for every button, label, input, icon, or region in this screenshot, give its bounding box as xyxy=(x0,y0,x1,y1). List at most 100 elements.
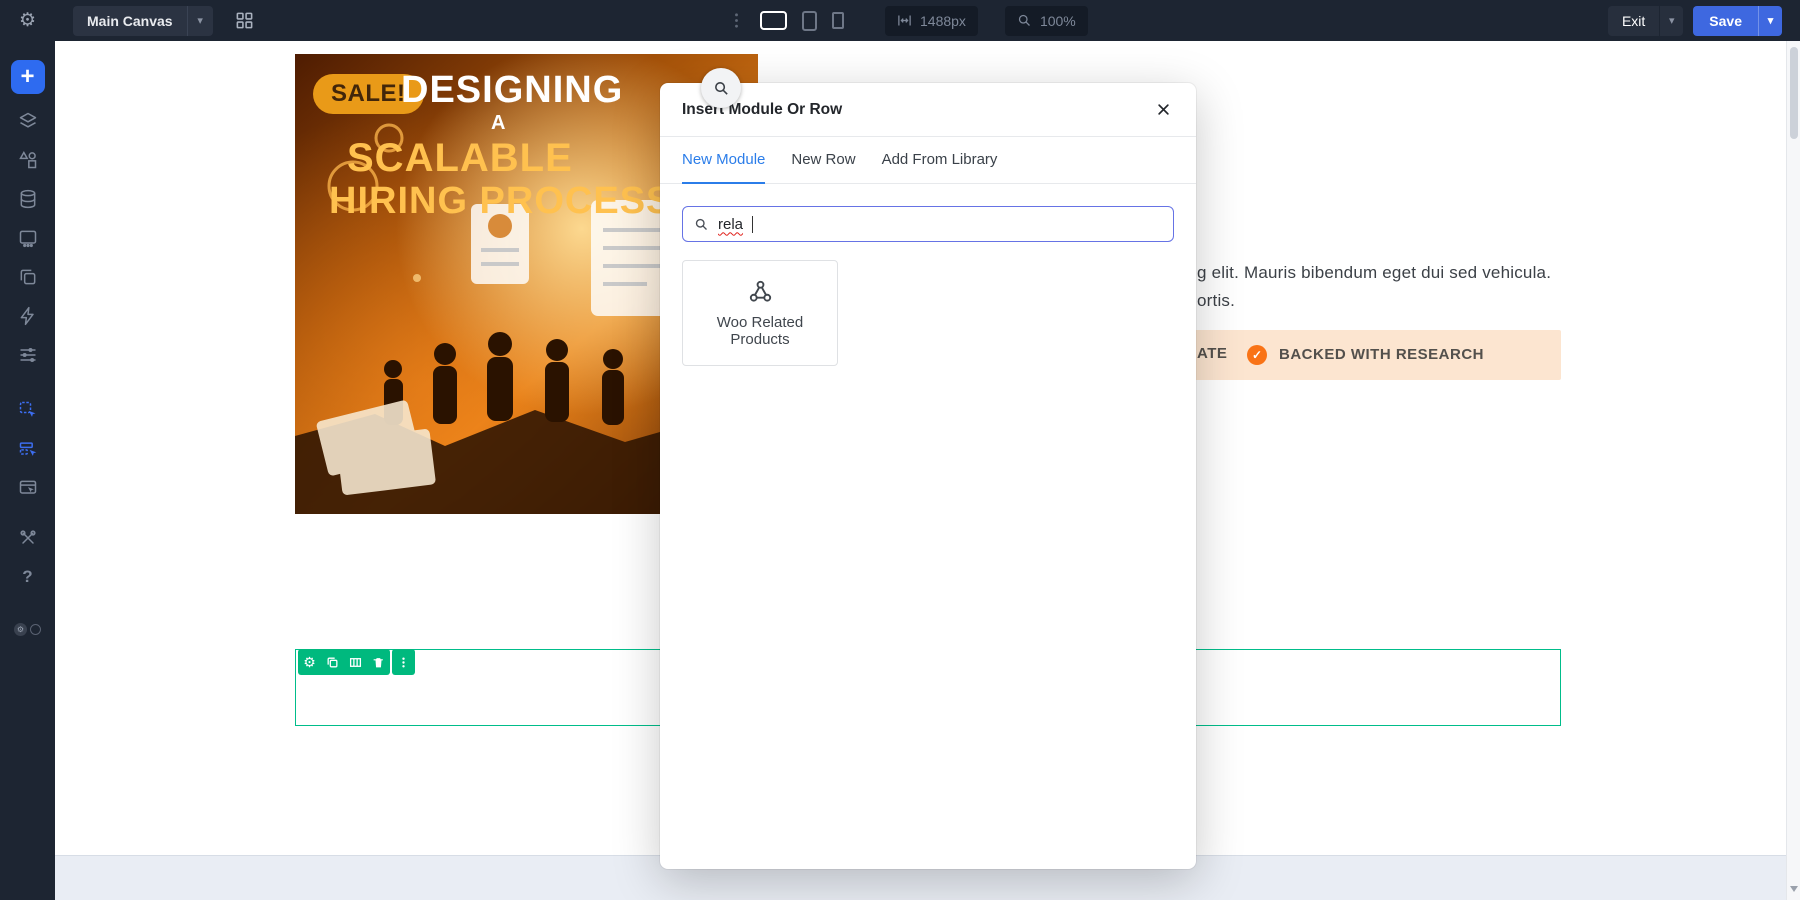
interact-mode-button[interactable] xyxy=(16,476,40,500)
save-chevron-down-icon[interactable]: ▾ xyxy=(1758,6,1782,36)
row-toolbar: ⚙ xyxy=(298,649,415,675)
layout-grid-button[interactable] xyxy=(235,11,254,30)
mini-circle-icon xyxy=(30,624,41,635)
scrollbar-down-arrow[interactable] xyxy=(1790,886,1798,892)
feature-text-fragment: ATE xyxy=(1197,345,1227,362)
search-results: Woo Related Products xyxy=(660,260,1196,366)
module-search-input[interactable]: rela xyxy=(682,206,1174,242)
topbar: ⚙ Main Canvas ▾ 1488px 100% xyxy=(0,0,1800,41)
canvas-settings-toggle[interactable]: ⚙ xyxy=(14,623,41,636)
search-icon xyxy=(694,217,709,232)
select-module-tool[interactable] xyxy=(16,398,40,422)
select-module-icon xyxy=(18,400,38,420)
save-label: Save xyxy=(1693,6,1758,36)
global-settings-button[interactable] xyxy=(16,343,40,367)
duplicate-icon xyxy=(326,656,339,669)
dynamic-data-button[interactable] xyxy=(16,187,40,211)
width-arrows-icon xyxy=(897,13,912,28)
magnifier-icon xyxy=(1017,13,1032,28)
tab-add-from-library[interactable]: Add From Library xyxy=(882,137,998,184)
row-settings-button[interactable]: ⚙ xyxy=(298,649,321,675)
select-row-tool[interactable] xyxy=(16,437,40,461)
mini-gear-icon: ⚙ xyxy=(14,623,27,636)
trash-icon xyxy=(372,656,385,669)
window-cursor-icon xyxy=(18,478,38,498)
row-delete-button[interactable] xyxy=(367,649,390,675)
sidebar: + ? xyxy=(0,41,55,900)
search-value: rela xyxy=(718,216,743,233)
save-button[interactable]: Save ▾ xyxy=(1693,6,1782,36)
exit-chevron-down-icon[interactable]: ▾ xyxy=(1659,6,1683,36)
quick-actions-button[interactable] xyxy=(16,304,40,328)
lightning-icon xyxy=(18,306,38,326)
dialog-tabs: New Module New Row Add From Library xyxy=(660,137,1196,184)
add-module-button[interactable]: + xyxy=(11,60,45,94)
sliders-icon xyxy=(18,345,38,365)
module-card-label: Woo Related Products xyxy=(708,314,812,349)
builder-settings-gear-icon[interactable]: ⚙ xyxy=(0,9,55,32)
feature-label: BACKED WITH RESEARCH xyxy=(1279,346,1484,363)
product-image-title-line3: SCALABLE xyxy=(347,136,573,181)
module-card-woo-related-products[interactable]: Woo Related Products xyxy=(682,260,838,366)
shapes-icon xyxy=(18,150,38,170)
row-duplicate-button[interactable] xyxy=(321,649,344,675)
exit-label: Exit xyxy=(1608,6,1659,36)
tab-new-module[interactable]: New Module xyxy=(682,137,765,184)
topbar-actions: Exit ▾ Save ▾ xyxy=(1608,0,1782,41)
builder-app: ⚙ Main Canvas ▾ 1488px 100% xyxy=(0,0,1800,900)
plus-icon: + xyxy=(20,63,34,91)
help-button[interactable]: ? xyxy=(16,565,40,589)
copy-panel-button[interactable] xyxy=(16,265,40,289)
phone-icon xyxy=(832,12,844,29)
product-image-title-line1: DESIGNING xyxy=(401,69,623,112)
vertical-scrollbar[interactable] xyxy=(1786,41,1800,900)
product-image-title-line4: HIRING PROCESS xyxy=(329,180,672,223)
image-zoom-button[interactable] xyxy=(701,68,741,108)
layers-panel-button[interactable] xyxy=(16,109,40,133)
product-image-title-line2: A xyxy=(491,112,505,135)
canvas-selector-dropdown[interactable]: Main Canvas ▾ xyxy=(73,6,213,36)
slideshow-panel-button[interactable] xyxy=(16,226,40,250)
close-icon xyxy=(1156,102,1171,117)
columns-icon xyxy=(349,656,362,669)
grid-icon xyxy=(235,11,254,30)
design-elements-button[interactable] xyxy=(16,148,40,172)
layers-icon xyxy=(18,111,38,131)
kebab-menu-icon xyxy=(728,12,745,29)
kebab-menu-icon xyxy=(397,656,410,669)
device-phone-button[interactable] xyxy=(832,12,844,29)
zoom-value: 100% xyxy=(1040,13,1076,29)
select-row-icon xyxy=(18,439,38,459)
scrollbar-thumb[interactable] xyxy=(1790,47,1798,139)
copy-icon xyxy=(18,267,38,287)
slideshow-icon xyxy=(18,228,38,248)
chevron-down-icon: ▾ xyxy=(187,6,213,36)
related-products-icon xyxy=(747,278,774,305)
row-columns-button[interactable] xyxy=(344,649,367,675)
insert-module-dialog: Insert Module Or Row New Module New Row … xyxy=(660,83,1196,869)
tablet-icon xyxy=(802,11,817,31)
more-options-button[interactable] xyxy=(728,12,745,29)
close-button[interactable] xyxy=(1152,99,1174,121)
desktop-icon xyxy=(760,11,787,30)
dialog-title: Insert Module Or Row xyxy=(682,101,842,119)
text-cursor xyxy=(752,216,753,233)
canvas-width-control[interactable]: 1488px xyxy=(885,6,978,36)
device-desktop-button[interactable] xyxy=(760,11,787,30)
tab-new-row[interactable]: New Row xyxy=(791,137,855,184)
zoom-control[interactable]: 100% xyxy=(1005,6,1088,36)
canvas-width-value: 1488px xyxy=(920,13,966,29)
database-icon xyxy=(18,189,38,209)
row-more-options-button[interactable] xyxy=(392,649,415,675)
device-tablet-button[interactable] xyxy=(802,11,817,31)
product-description-text: ortis. xyxy=(1197,291,1235,311)
question-mark-icon: ? xyxy=(22,567,32,587)
tools-button[interactable] xyxy=(16,526,40,550)
responsive-controls: 1488px 100% xyxy=(728,0,1088,41)
canvas-selector-label: Main Canvas xyxy=(73,6,187,36)
exit-button[interactable]: Exit ▾ xyxy=(1608,6,1683,36)
check-circle-icon: ✓ xyxy=(1247,345,1267,365)
product-description-text: g elit. Mauris bibendum eget dui sed veh… xyxy=(1197,263,1551,283)
tools-icon xyxy=(18,528,38,548)
magnifier-icon xyxy=(713,80,730,97)
